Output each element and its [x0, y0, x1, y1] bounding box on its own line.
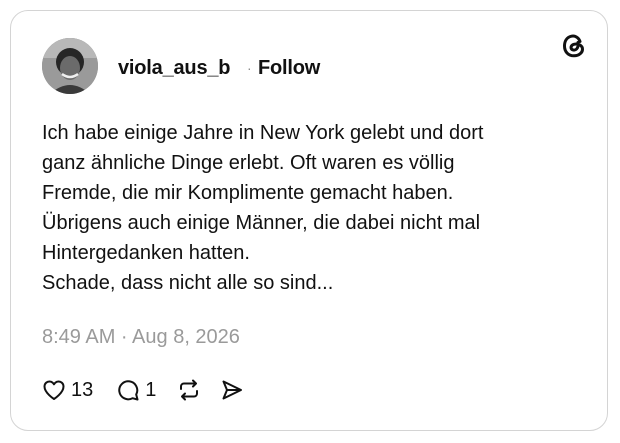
- send-icon: [219, 377, 245, 403]
- repost-button[interactable]: [176, 377, 202, 403]
- avatar[interactable]: [42, 38, 98, 94]
- post-timestamp[interactable]: 8:49 AM · Aug 8, 2026: [42, 326, 240, 349]
- post-text: Ich habe einige Jahre in New York gelebt…: [42, 122, 484, 294]
- share-button[interactable]: [219, 377, 245, 403]
- follow-button[interactable]: Follow: [258, 57, 320, 80]
- post-card: viola_aus_b · Follow Ich habe einige Jah…: [10, 10, 608, 431]
- threads-logo-icon[interactable]: [559, 31, 589, 61]
- separator-dot: ·: [247, 60, 252, 76]
- like-count: 13: [71, 378, 94, 401]
- reply-button[interactable]: 1: [115, 377, 156, 403]
- repost-icon: [176, 377, 202, 403]
- heart-icon: [41, 377, 67, 403]
- comment-icon: [115, 377, 141, 403]
- username[interactable]: viola_aus_b: [118, 57, 231, 80]
- reply-count: 1: [145, 378, 157, 401]
- like-button[interactable]: 13: [41, 377, 93, 403]
- action-bar: 13 1: [41, 375, 245, 405]
